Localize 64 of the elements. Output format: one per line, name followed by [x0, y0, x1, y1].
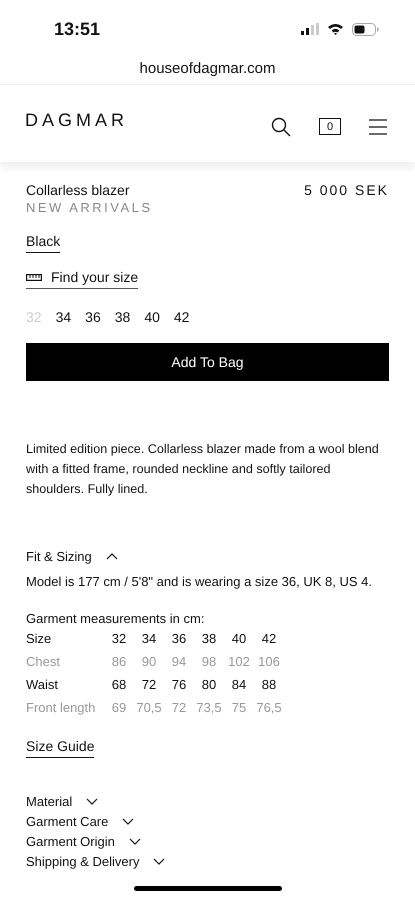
table-cell-text: 72 — [170, 699, 188, 716]
find-size-link[interactable]: Find your size — [26, 269, 138, 289]
accordion-title[interactable]: Shipping & Delivery — [26, 854, 140, 869]
color-option[interactable]: Black — [26, 233, 60, 253]
add-to-bag-button[interactable]: Add To Bag — [26, 343, 389, 381]
bag-button[interactable]: 0 — [319, 118, 341, 135]
row-label: Chest — [26, 653, 61, 670]
size-option[interactable]: 40 — [144, 309, 160, 325]
table-cell-text: 40 — [230, 630, 248, 647]
accordion-title[interactable]: Fit & Sizing — [26, 549, 92, 564]
url-text[interactable]: houseofdagmar.com — [0, 58, 415, 84]
table-cell-text: 102 — [227, 653, 251, 670]
table-cell-text: 90 — [140, 653, 158, 670]
table-cell-text: 98 — [200, 653, 218, 670]
chevron-up-icon[interactable] — [106, 553, 118, 560]
table-cell-text: 73,5 — [195, 699, 223, 716]
table-cell-text: 86 — [110, 653, 128, 670]
product-description: Limited edition piece. Collarless blazer made from a wool blend with a fitted frame, rounded neckline and softly tailored shoulders. Fully lined. — [26, 441, 380, 498]
accordion-title[interactable]: Material — [26, 794, 72, 809]
table-cell-text: 42 — [260, 630, 278, 647]
size-option[interactable]: 42 — [174, 309, 190, 325]
collection-label: NEW ARRIVALS — [26, 200, 154, 215]
row-label: Front length — [26, 699, 96, 716]
table-cell-text: 84 — [230, 676, 248, 693]
table-title: Garment measurements in cm: — [26, 611, 206, 626]
table-cell-text: 94 — [170, 653, 188, 670]
table-cell-text: 34 — [140, 630, 158, 647]
table-cell-text: 69 — [110, 699, 128, 716]
table-cell-text: 106 — [257, 653, 281, 670]
table-cell-text: 68 — [110, 676, 128, 693]
search-icon[interactable] — [271, 116, 291, 136]
wifi-icon — [327, 23, 344, 35]
model-note: Model is 177 cm / 5'8" and is wearing a size 36, UK 8, US 4. — [26, 574, 373, 589]
battery-icon — [352, 22, 379, 36]
product-name: Collarless blazer — [26, 182, 130, 198]
accordion-title[interactable]: Garment Origin — [26, 834, 115, 849]
size-option[interactable]: 34 — [56, 309, 72, 325]
table-cell-text: 80 — [200, 676, 218, 693]
chevron-down-icon[interactable] — [122, 818, 134, 825]
ruler-icon — [26, 274, 42, 280]
table-cell-text: 76 — [170, 676, 188, 693]
brand-logo[interactable]: DAGMAR — [25, 110, 128, 131]
chevron-down-icon[interactable] — [86, 798, 98, 805]
table-cell-text: 32 — [110, 630, 128, 647]
signal-icon — [301, 23, 319, 35]
chevron-down-icon[interactable] — [128, 838, 141, 845]
accordion-title[interactable]: Garment Care — [26, 814, 108, 829]
menu-icon[interactable] — [369, 118, 387, 134]
table-cell-text: 75 — [230, 699, 248, 716]
size-option[interactable]: 36 — [85, 309, 101, 325]
chevron-down-icon[interactable] — [153, 858, 166, 865]
size-guide-link[interactable]: Size Guide — [26, 738, 94, 758]
row-label: Size — [26, 630, 52, 647]
status-time: 13:51 — [54, 18, 100, 40]
row-label: Waist — [26, 676, 60, 693]
table-cell-text: 70,5 — [135, 699, 163, 716]
table-cell-text: 76,5 — [255, 699, 283, 716]
table-cell-text: 38 — [200, 630, 218, 647]
size-option[interactable]: 38 — [114, 309, 130, 325]
table-cell-text: 72 — [140, 676, 158, 693]
table-cell-text: 36 — [170, 630, 188, 647]
product-price: 5 000 SEK — [304, 182, 389, 198]
find-size-text: Find your size — [51, 269, 138, 285]
table-cell-text: 88 — [260, 676, 278, 693]
